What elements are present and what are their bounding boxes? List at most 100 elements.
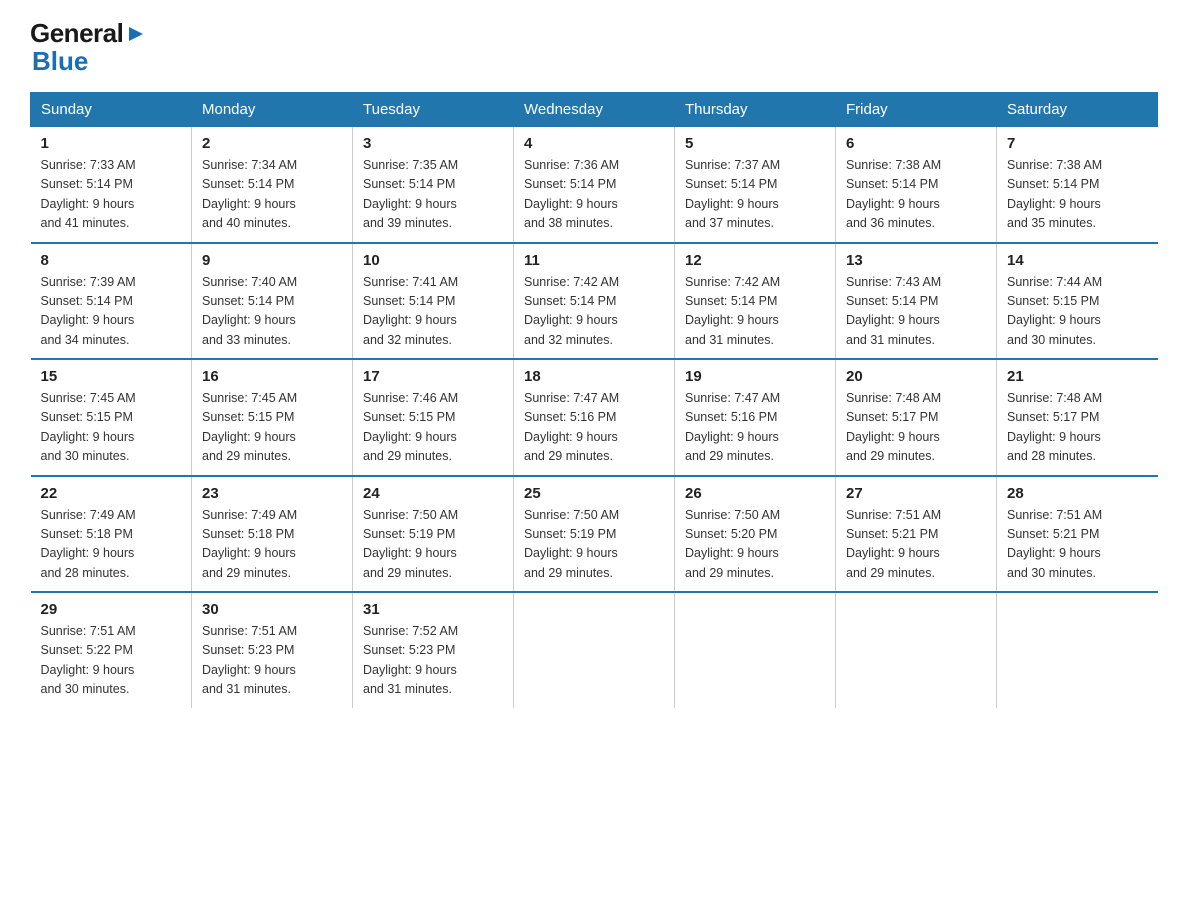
day-number: 21 [1007,368,1148,385]
day-info: Sunrise: 7:41 AMSunset: 5:14 PMDaylight:… [363,275,458,347]
day-info: Sunrise: 7:42 AMSunset: 5:14 PMDaylight:… [524,275,619,347]
header-monday: Monday [192,93,353,127]
calendar-cell: 1 Sunrise: 7:33 AMSunset: 5:14 PMDayligh… [31,127,192,243]
logo-blue-text: Blue [30,48,88,74]
day-info: Sunrise: 7:43 AMSunset: 5:14 PMDaylight:… [846,275,941,347]
header-thursday: Thursday [675,93,836,127]
day-number: 16 [202,368,342,385]
day-info: Sunrise: 7:51 AMSunset: 5:21 PMDaylight:… [1007,508,1102,580]
header-friday: Friday [836,93,997,127]
day-info: Sunrise: 7:51 AMSunset: 5:21 PMDaylight:… [846,508,941,580]
day-number: 10 [363,252,503,269]
day-info: Sunrise: 7:42 AMSunset: 5:14 PMDaylight:… [685,275,780,347]
calendar-cell: 14 Sunrise: 7:44 AMSunset: 5:15 PMDaylig… [997,243,1158,360]
day-number: 25 [524,485,664,502]
day-info: Sunrise: 7:44 AMSunset: 5:15 PMDaylight:… [1007,275,1102,347]
day-number: 26 [685,485,825,502]
day-info: Sunrise: 7:50 AMSunset: 5:19 PMDaylight:… [524,508,619,580]
calendar-week-row: 22 Sunrise: 7:49 AMSunset: 5:18 PMDaylig… [31,476,1158,593]
day-info: Sunrise: 7:36 AMSunset: 5:14 PMDaylight:… [524,158,619,230]
day-number: 11 [524,252,664,269]
day-number: 20 [846,368,986,385]
calendar-week-row: 8 Sunrise: 7:39 AMSunset: 5:14 PMDayligh… [31,243,1158,360]
day-number: 22 [41,485,182,502]
calendar-cell: 27 Sunrise: 7:51 AMSunset: 5:21 PMDaylig… [836,476,997,593]
logo: General Blue [30,20,147,74]
calendar-cell: 21 Sunrise: 7:48 AMSunset: 5:17 PMDaylig… [997,359,1158,476]
day-info: Sunrise: 7:45 AMSunset: 5:15 PMDaylight:… [41,391,136,463]
day-info: Sunrise: 7:39 AMSunset: 5:14 PMDaylight:… [41,275,136,347]
page-header: General Blue [30,20,1158,74]
day-info: Sunrise: 7:52 AMSunset: 5:23 PMDaylight:… [363,624,458,696]
day-number: 2 [202,135,342,152]
day-info: Sunrise: 7:48 AMSunset: 5:17 PMDaylight:… [1007,391,1102,463]
day-info: Sunrise: 7:46 AMSunset: 5:15 PMDaylight:… [363,391,458,463]
day-number: 23 [202,485,342,502]
logo-arrow-icon [125,23,147,45]
calendar-cell: 12 Sunrise: 7:42 AMSunset: 5:14 PMDaylig… [675,243,836,360]
logo-general-text: General [30,20,123,46]
day-number: 1 [41,135,182,152]
day-number: 28 [1007,485,1148,502]
calendar-cell: 8 Sunrise: 7:39 AMSunset: 5:14 PMDayligh… [31,243,192,360]
calendar-cell [514,592,675,708]
day-info: Sunrise: 7:47 AMSunset: 5:16 PMDaylight:… [685,391,780,463]
day-number: 19 [685,368,825,385]
calendar-cell: 3 Sunrise: 7:35 AMSunset: 5:14 PMDayligh… [353,127,514,243]
header-saturday: Saturday [997,93,1158,127]
day-info: Sunrise: 7:38 AMSunset: 5:14 PMDaylight:… [1007,158,1102,230]
day-info: Sunrise: 7:51 AMSunset: 5:23 PMDaylight:… [202,624,297,696]
day-info: Sunrise: 7:48 AMSunset: 5:17 PMDaylight:… [846,391,941,463]
day-info: Sunrise: 7:49 AMSunset: 5:18 PMDaylight:… [202,508,297,580]
calendar-cell [997,592,1158,708]
day-info: Sunrise: 7:50 AMSunset: 5:20 PMDaylight:… [685,508,780,580]
day-info: Sunrise: 7:34 AMSunset: 5:14 PMDaylight:… [202,158,297,230]
day-number: 27 [846,485,986,502]
day-number: 9 [202,252,342,269]
calendar-header-row: SundayMondayTuesdayWednesdayThursdayFrid… [31,93,1158,127]
day-number: 7 [1007,135,1148,152]
calendar-cell: 2 Sunrise: 7:34 AMSunset: 5:14 PMDayligh… [192,127,353,243]
day-info: Sunrise: 7:35 AMSunset: 5:14 PMDaylight:… [363,158,458,230]
calendar-week-row: 1 Sunrise: 7:33 AMSunset: 5:14 PMDayligh… [31,127,1158,243]
calendar-cell [836,592,997,708]
calendar-cell: 29 Sunrise: 7:51 AMSunset: 5:22 PMDaylig… [31,592,192,708]
day-info: Sunrise: 7:49 AMSunset: 5:18 PMDaylight:… [41,508,136,580]
day-number: 3 [363,135,503,152]
day-number: 14 [1007,252,1148,269]
calendar-cell: 25 Sunrise: 7:50 AMSunset: 5:19 PMDaylig… [514,476,675,593]
day-number: 31 [363,601,503,618]
calendar-cell: 28 Sunrise: 7:51 AMSunset: 5:21 PMDaylig… [997,476,1158,593]
calendar-cell: 26 Sunrise: 7:50 AMSunset: 5:20 PMDaylig… [675,476,836,593]
calendar-cell: 13 Sunrise: 7:43 AMSunset: 5:14 PMDaylig… [836,243,997,360]
calendar-cell [675,592,836,708]
calendar-cell: 18 Sunrise: 7:47 AMSunset: 5:16 PMDaylig… [514,359,675,476]
calendar-cell: 4 Sunrise: 7:36 AMSunset: 5:14 PMDayligh… [514,127,675,243]
calendar-cell: 19 Sunrise: 7:47 AMSunset: 5:16 PMDaylig… [675,359,836,476]
calendar-cell: 10 Sunrise: 7:41 AMSunset: 5:14 PMDaylig… [353,243,514,360]
day-info: Sunrise: 7:40 AMSunset: 5:14 PMDaylight:… [202,275,297,347]
header-tuesday: Tuesday [353,93,514,127]
calendar-week-row: 29 Sunrise: 7:51 AMSunset: 5:22 PMDaylig… [31,592,1158,708]
day-info: Sunrise: 7:51 AMSunset: 5:22 PMDaylight:… [41,624,136,696]
calendar-cell: 30 Sunrise: 7:51 AMSunset: 5:23 PMDaylig… [192,592,353,708]
day-number: 5 [685,135,825,152]
calendar-week-row: 15 Sunrise: 7:45 AMSunset: 5:15 PMDaylig… [31,359,1158,476]
calendar-cell: 23 Sunrise: 7:49 AMSunset: 5:18 PMDaylig… [192,476,353,593]
day-number: 18 [524,368,664,385]
day-number: 12 [685,252,825,269]
header-wednesday: Wednesday [514,93,675,127]
day-number: 24 [363,485,503,502]
calendar-cell: 11 Sunrise: 7:42 AMSunset: 5:14 PMDaylig… [514,243,675,360]
day-info: Sunrise: 7:33 AMSunset: 5:14 PMDaylight:… [41,158,136,230]
day-number: 17 [363,368,503,385]
calendar-cell: 6 Sunrise: 7:38 AMSunset: 5:14 PMDayligh… [836,127,997,243]
calendar-cell: 9 Sunrise: 7:40 AMSunset: 5:14 PMDayligh… [192,243,353,360]
header-sunday: Sunday [31,93,192,127]
calendar-cell: 17 Sunrise: 7:46 AMSunset: 5:15 PMDaylig… [353,359,514,476]
day-number: 13 [846,252,986,269]
calendar-cell: 7 Sunrise: 7:38 AMSunset: 5:14 PMDayligh… [997,127,1158,243]
day-number: 30 [202,601,342,618]
day-number: 29 [41,601,182,618]
calendar-cell: 31 Sunrise: 7:52 AMSunset: 5:23 PMDaylig… [353,592,514,708]
